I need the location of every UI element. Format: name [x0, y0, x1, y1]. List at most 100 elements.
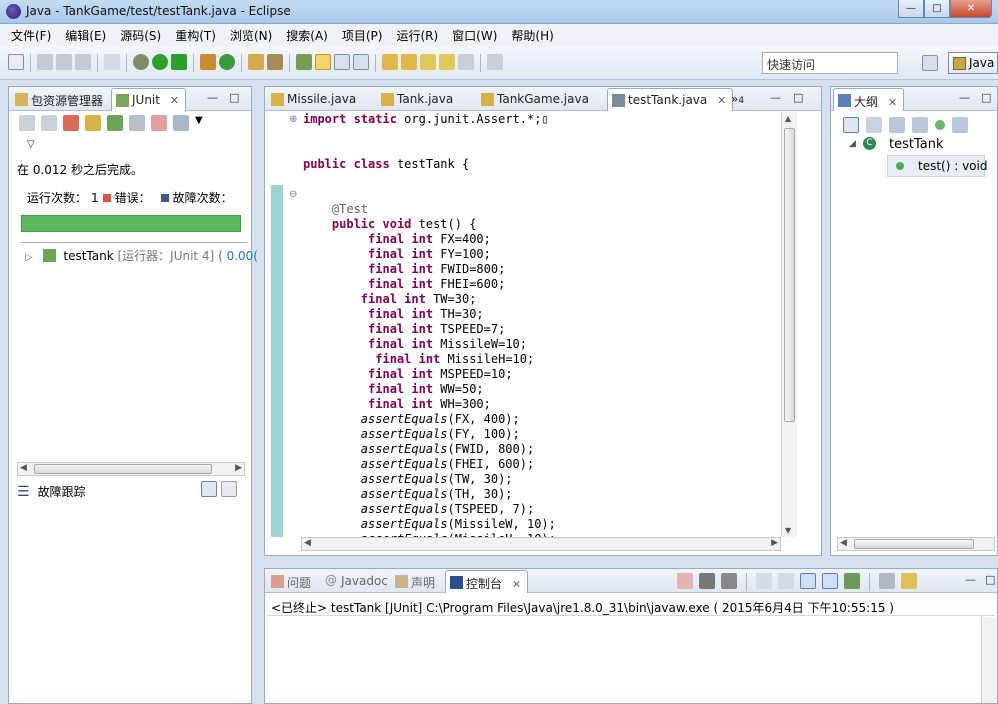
run-external-icon[interactable]	[171, 54, 187, 70]
previous-annotation-icon[interactable]	[401, 54, 417, 70]
minimize-view-icon[interactable]: —	[207, 91, 218, 104]
scroll-up-icon[interactable]: ▲	[785, 114, 791, 123]
menu-source[interactable]: 源码(S)	[113, 27, 168, 44]
new-class-icon[interactable]	[219, 54, 235, 70]
vertical-scrollbar[interactable]	[981, 617, 997, 703]
horizontal-scrollbar[interactable]: ◀ ▶	[301, 537, 781, 551]
hide-static-icon[interactable]	[912, 117, 928, 133]
tab-package-explorer[interactable]: 包资源管理器	[11, 88, 109, 111]
new-java-project-icon[interactable]	[200, 54, 216, 70]
menu-help[interactable]: 帮助(H)	[504, 27, 560, 44]
stop-icon[interactable]	[151, 115, 167, 131]
menu-project[interactable]: 项目(P)	[335, 27, 390, 44]
maximize-view-icon[interactable]: □	[981, 91, 991, 104]
clear-console-icon[interactable]	[756, 573, 772, 589]
vertical-scrollbar[interactable]: ▲ ▼	[781, 112, 797, 537]
open-type-icon[interactable]	[248, 54, 264, 70]
run-icon[interactable]	[152, 54, 168, 70]
fold-collapse-icon[interactable]: ⊖	[289, 189, 297, 200]
collapse-all-icon[interactable]	[843, 117, 859, 133]
outline-class-item[interactable]: ◢ C testTank	[849, 137, 944, 152]
print-icon[interactable]	[75, 54, 91, 70]
minimize-button[interactable]: —	[898, 0, 924, 18]
menu-window[interactable]: 窗口(W)	[445, 27, 504, 44]
quick-access-input[interactable]: 快速访问	[762, 52, 898, 74]
hide-local-types-icon[interactable]	[952, 117, 968, 133]
scroll-left-icon[interactable]: ◀	[20, 463, 27, 473]
minimize-view-icon[interactable]: —	[965, 573, 976, 586]
close-tab-icon[interactable]: ✕	[717, 94, 726, 107]
back-icon[interactable]	[439, 54, 455, 70]
menu-search[interactable]: 搜索(A)	[279, 27, 335, 44]
previous-failure-icon[interactable]	[41, 115, 57, 131]
test-history-icon[interactable]	[173, 115, 189, 131]
menu-edit[interactable]: 编辑(E)	[58, 27, 113, 44]
compare-icon[interactable]	[221, 481, 237, 497]
close-tab-icon[interactable]: ✕	[170, 94, 179, 107]
toggle-mark-occurrences-icon[interactable]	[296, 54, 312, 70]
show-on-output-icon[interactable]	[800, 573, 816, 589]
tab-declaration[interactable]: 声明	[391, 570, 441, 593]
scroll-right-icon[interactable]: ▶	[235, 463, 242, 473]
tab-console[interactable]: 控制台 ✕	[445, 570, 529, 593]
close-tab-icon[interactable]: ✕	[512, 578, 521, 591]
pin-editor-icon[interactable]	[487, 54, 503, 70]
tab-overflow[interactable]: »4	[727, 88, 750, 111]
tab-problems[interactable]: 问题	[267, 570, 317, 593]
java-perspective-button[interactable]: Java	[948, 52, 998, 74]
expand-icon[interactable]: ▷	[25, 252, 33, 263]
close-tab-icon[interactable]: ✕	[888, 96, 897, 109]
outline-method-item[interactable]: test() : void	[887, 155, 987, 177]
collapse-icon[interactable]: ◢	[849, 139, 856, 149]
scrollbar-thumb[interactable]	[784, 128, 795, 422]
display-console-icon[interactable]	[879, 573, 895, 589]
open-console-icon[interactable]	[901, 573, 917, 589]
last-edit-icon[interactable]	[420, 54, 436, 70]
console-output[interactable]	[267, 615, 995, 701]
scroll-lock-icon[interactable]	[85, 115, 101, 131]
tab-junit[interactable]: JUnit ✕	[111, 88, 187, 111]
search-icon[interactable]	[267, 54, 283, 70]
sort-icon[interactable]	[866, 117, 882, 133]
show-on-error-icon[interactable]	[822, 573, 838, 589]
view-menu-icon[interactable]: ▼	[195, 115, 211, 131]
scrollbar-thumb[interactable]	[34, 464, 212, 474]
fold-expand-icon[interactable]: ⊕	[289, 114, 297, 125]
remove-launch-icon[interactable]	[699, 573, 715, 589]
tab-testtank-java[interactable]: testTank.java ✕	[607, 88, 734, 111]
scroll-right-icon[interactable]: ▶	[771, 538, 778, 548]
block-selection-icon[interactable]	[334, 54, 350, 70]
maximize-view-icon[interactable]: □	[985, 573, 995, 586]
menu-refactor[interactable]: 重构(T)	[168, 27, 223, 44]
scroll-down-icon[interactable]: ▼	[785, 526, 791, 535]
code-area[interactable]: ⊕ ⊖ import static org.junit.Assert.*;▯ p…	[265, 112, 795, 537]
scroll-left-icon[interactable]: ◀	[304, 538, 311, 548]
scroll-lock-icon[interactable]	[778, 573, 794, 589]
hide-fields-icon[interactable]	[889, 117, 905, 133]
show-failures-only-icon[interactable]	[63, 115, 79, 131]
minimize-view-icon[interactable]: —	[770, 91, 781, 104]
next-failure-icon[interactable]	[19, 115, 35, 131]
chevron-down-icon[interactable]: ▽	[27, 139, 35, 150]
save-all-icon[interactable]	[56, 54, 72, 70]
minimize-view-icon[interactable]: —	[959, 91, 970, 104]
horizontal-scrollbar[interactable]: ◀ ▶	[17, 462, 245, 476]
new-icon[interactable]	[8, 54, 24, 70]
rerun-test-icon[interactable]	[107, 115, 123, 131]
test-tree-item[interactable]: ▷ testTank [运行器：JUnit 4] ( 0.00(	[25, 247, 258, 264]
menu-run[interactable]: 运行(R)	[389, 27, 445, 44]
terminate-icon[interactable]	[677, 573, 693, 589]
rerun-failed-icon[interactable]	[129, 115, 145, 131]
maximize-view-icon[interactable]: □	[229, 91, 239, 104]
scrollbar-thumb[interactable]	[854, 539, 974, 549]
maximize-button[interactable]: □	[924, 0, 950, 18]
skip-breakpoints-icon[interactable]	[104, 54, 120, 70]
remove-all-terminated-icon[interactable]	[721, 573, 737, 589]
tab-javadoc[interactable]: @ Javadoc	[321, 570, 394, 593]
tab-tank-java[interactable]: Tank.java	[377, 88, 459, 111]
menu-navigate[interactable]: 浏览(N)	[223, 27, 279, 44]
hide-nonpublic-icon[interactable]	[935, 120, 945, 130]
menu-file[interactable]: 文件(F)	[4, 27, 58, 44]
pin-console-icon[interactable]	[844, 573, 860, 589]
show-whitespace-icon[interactable]	[353, 54, 369, 70]
